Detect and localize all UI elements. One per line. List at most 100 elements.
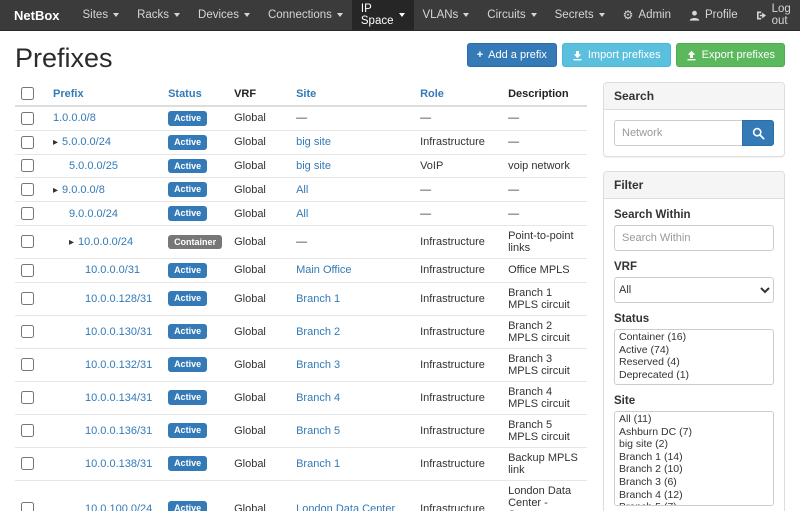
search-within-input[interactable]	[614, 225, 774, 251]
description-value: —	[508, 208, 519, 220]
prefix-link[interactable]: 10.0.0.128/31	[85, 293, 152, 305]
site-link[interactable]: Branch 1	[296, 293, 340, 305]
site-option[interactable]: Branch 3 (6)	[616, 476, 772, 489]
prefix-link[interactable]: 9.0.0.0/24	[69, 208, 118, 220]
chevron-down-icon	[174, 13, 180, 17]
column-header-prefix[interactable]: Prefix	[47, 82, 162, 106]
prefix-link[interactable]: 10.0.0.0/31	[85, 264, 140, 276]
nav-item-admin[interactable]: ⚙Admin	[614, 0, 680, 30]
table-row: 10.0.0.132/31ActiveGlobalBranch 3Infrast…	[15, 348, 587, 381]
column-header-role[interactable]: Role	[414, 82, 502, 106]
import-icon	[572, 50, 583, 61]
site-link[interactable]: big site	[296, 160, 331, 172]
site-link[interactable]: Branch 4	[296, 392, 340, 404]
row-checkbox[interactable]	[21, 502, 34, 511]
brand-logo[interactable]: NetBox	[0, 0, 74, 30]
prefix-link[interactable]: 9.0.0.0/8	[62, 184, 105, 196]
site-link[interactable]: Branch 2	[296, 326, 340, 338]
row-checkbox[interactable]	[21, 159, 34, 172]
column-header-status[interactable]: Status	[162, 82, 228, 106]
site-filter-select[interactable]: All (11)Ashburn DC (7)big site (2)Branch…	[614, 411, 774, 506]
column-header-site[interactable]: Site	[290, 82, 414, 106]
prefix-link[interactable]: 10.0.0.0/24	[78, 236, 133, 248]
page-title: Prefixes	[15, 43, 113, 74]
nav-item-profile[interactable]: Profile	[680, 0, 747, 30]
row-checkbox[interactable]	[21, 183, 34, 196]
row-checkbox[interactable]	[21, 264, 34, 277]
expand-caret-icon	[69, 236, 78, 248]
nav-item-sites[interactable]: Sites	[74, 0, 129, 30]
row-checkbox[interactable]	[21, 207, 34, 220]
site-option[interactable]: Branch 5 (7)	[616, 501, 772, 506]
prefix-link[interactable]: 10.0.0.130/31	[85, 326, 152, 338]
search-button[interactable]	[742, 120, 774, 146]
prefix-link[interactable]: 10.0.100.0/24	[85, 503, 152, 511]
import-prefixes-button[interactable]: Import prefixes	[562, 43, 671, 67]
nav-item-devices[interactable]: Devices	[189, 0, 259, 30]
export-prefixes-button[interactable]: Export prefixes	[676, 43, 785, 67]
select-all-checkbox[interactable]	[21, 87, 34, 100]
status-badge: Active	[168, 263, 207, 278]
prefix-link[interactable]: 10.0.0.134/31	[85, 392, 152, 404]
site-link[interactable]: Main Office	[296, 264, 351, 276]
site-link[interactable]: London Data Center	[296, 503, 395, 511]
nav-item-circuits[interactable]: Circuits	[478, 0, 545, 30]
site-option[interactable]: Branch 1 (14)	[616, 451, 772, 464]
nav-item-secrets[interactable]: Secrets	[546, 0, 614, 30]
site-option[interactable]: Branch 2 (10)	[616, 463, 772, 476]
prefix-link[interactable]: 1.0.0.0/8	[53, 112, 96, 124]
nav-item-label: Circuits	[487, 9, 525, 21]
site-link[interactable]: Branch 3	[296, 359, 340, 371]
filter-panel-title: Filter	[604, 172, 784, 199]
table-row: 10.0.0.134/31ActiveGlobalBranch 4Infrast…	[15, 381, 587, 414]
prefix-link[interactable]: 10.0.0.136/31	[85, 425, 152, 437]
nav-item-connections[interactable]: Connections	[259, 0, 352, 30]
add-a-prefix-button[interactable]: +Add a prefix	[467, 43, 557, 67]
site-link[interactable]: All	[296, 184, 308, 196]
site-option[interactable]: Ashburn DC (7)	[616, 426, 772, 439]
status-badge: Active	[168, 390, 207, 405]
status-option[interactable]: Reserved (4)	[616, 356, 772, 369]
prefix-link[interactable]: 10.0.0.132/31	[85, 359, 152, 371]
nav-item-vlans[interactable]: VLANs	[414, 0, 479, 30]
row-checkbox[interactable]	[21, 457, 34, 470]
site-link[interactable]: Branch 1	[296, 458, 340, 470]
row-checkbox[interactable]	[21, 235, 34, 248]
site-option[interactable]: big site (2)	[616, 438, 772, 451]
site-link[interactable]: Branch 5	[296, 425, 340, 437]
vrf-value: Global	[234, 184, 266, 196]
row-checkbox[interactable]	[21, 358, 34, 371]
row-checkbox[interactable]	[21, 325, 34, 338]
chevron-down-icon	[113, 13, 119, 17]
search-input[interactable]	[614, 120, 742, 146]
row-checkbox[interactable]	[21, 391, 34, 404]
status-option[interactable]: Deprecated (1)	[616, 369, 772, 382]
nav-item-log-out[interactable]: Log out	[747, 0, 800, 30]
nav-item-label: Sites	[83, 9, 109, 21]
description-value: —	[508, 112, 519, 124]
role-value: Infrastructure	[420, 392, 485, 404]
site-link[interactable]: big site	[296, 136, 331, 148]
status-option[interactable]: Container (16)	[616, 331, 772, 344]
role-value: Infrastructure	[420, 293, 485, 305]
top-navbar: NetBox Sites RacksDevices Connections IP Sp…	[0, 0, 800, 31]
nav-item-ip-space[interactable]: IP Space	[352, 0, 414, 30]
status-option[interactable]: Active (74)	[616, 344, 772, 357]
table-row: 10.0.100.0/24ActiveGlobalLondon Data Cen…	[15, 480, 587, 511]
row-checkbox[interactable]	[21, 112, 34, 125]
row-checkbox[interactable]	[21, 424, 34, 437]
prefix-link[interactable]: 10.0.0.138/31	[85, 458, 152, 470]
vrf-filter-select[interactable]: All	[614, 277, 774, 303]
description-value: voip network	[508, 160, 570, 172]
row-checkbox[interactable]	[21, 136, 34, 149]
prefix-link[interactable]: 5.0.0.0/25	[69, 160, 118, 172]
site-link[interactable]: All	[296, 208, 308, 220]
status-badge: Active	[168, 182, 207, 197]
status-filter-select[interactable]: Container (16)Active (74)Reserved (4)Dep…	[614, 329, 774, 385]
site-option[interactable]: All (11)	[616, 413, 772, 426]
site-option[interactable]: Branch 4 (12)	[616, 489, 772, 502]
prefix-link[interactable]: 5.0.0.0/24	[62, 136, 111, 148]
nav-item-racks[interactable]: Racks	[128, 0, 189, 30]
row-checkbox[interactable]	[21, 292, 34, 305]
nav-item-label: Connections	[268, 9, 332, 21]
